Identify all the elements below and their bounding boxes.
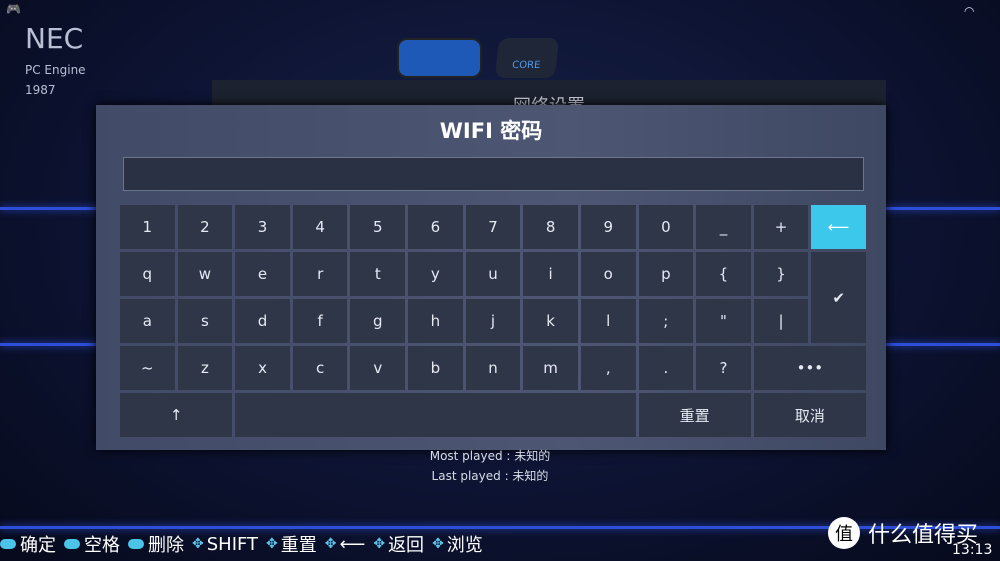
key[interactable]: 1	[120, 205, 175, 249]
key[interactable]: +	[753, 205, 809, 249]
key[interactable]: p	[638, 252, 694, 296]
help-item: 空格	[64, 531, 120, 557]
core-label: CORE	[511, 60, 541, 71]
key[interactable]: 8	[523, 205, 578, 249]
clock: 13:13	[952, 542, 993, 558]
key[interactable]: 7	[465, 205, 521, 249]
space-key[interactable]	[235, 393, 636, 437]
key[interactable]: e	[235, 252, 290, 296]
system-logo-core[interactable]: CORE	[494, 38, 560, 78]
help-label: 浏览	[446, 535, 483, 556]
key[interactable]: z	[177, 346, 233, 390]
key[interactable]: n	[465, 346, 521, 390]
help-item: ✥ SHIFT	[192, 534, 258, 555]
dpad-icon: ✥	[192, 536, 204, 552]
virtual-keyboard: 1 2 3 4 5 6 7 8 9 0 _ + q w e r t y u i o p{} a s d f g h j k l; " | ~ z x c…	[120, 205, 866, 437]
key[interactable]: b	[408, 346, 463, 390]
help-label: SHIFT	[206, 533, 259, 555]
help-label: ⟵	[339, 533, 366, 555]
wifi-password-dialog: WIFI 密码 1 2 3 4 5 6 7 8 9 0 _ + q w e r t y u i o p{} a s d f g h j k…	[96, 105, 886, 450]
key[interactable]: ,	[580, 346, 636, 390]
key[interactable]: y	[408, 252, 463, 296]
key[interactable]: f	[292, 299, 348, 343]
cancel-button[interactable]: 取消	[753, 393, 866, 437]
key[interactable]: 0	[638, 205, 694, 249]
last-played: Last played : 未知的	[431, 469, 549, 483]
help-item: ✥ 重置	[266, 531, 317, 557]
key[interactable]: 6	[408, 205, 463, 249]
game-info: Most played : 未知的 Last played : 未知的	[0, 446, 980, 486]
key[interactable]: x	[235, 346, 290, 390]
system-logo-pcengine[interactable]	[397, 38, 482, 78]
key[interactable]: _	[696, 205, 751, 249]
l-button-icon	[128, 539, 144, 549]
key[interactable]: a	[120, 299, 175, 343]
help-item: ✥ 浏览	[432, 531, 483, 557]
key[interactable]: ~	[120, 346, 175, 390]
help-label: 确定	[20, 535, 56, 556]
dpad-icon: ✥	[432, 536, 444, 552]
system-year: 1987	[25, 83, 56, 97]
key[interactable]: m	[523, 346, 578, 390]
key[interactable]: {	[696, 252, 751, 296]
key[interactable]: "	[696, 299, 751, 343]
backspace-key[interactable]: ⟵	[811, 205, 866, 249]
reset-button[interactable]: 重置	[638, 393, 751, 437]
key[interactable]: c	[292, 346, 348, 390]
key[interactable]: g	[350, 299, 406, 343]
help-label: 返回	[388, 535, 425, 556]
password-input[interactable]	[123, 157, 864, 191]
help-item: 确定	[0, 531, 56, 557]
key[interactable]: |	[753, 299, 809, 343]
key[interactable]: s	[177, 299, 233, 343]
key[interactable]: j	[465, 299, 521, 343]
key[interactable]: d	[235, 299, 290, 343]
r-button-icon	[64, 539, 80, 549]
key[interactable]: .	[638, 346, 694, 390]
watermark-logo-icon: 值	[828, 517, 860, 549]
key[interactable]: u	[465, 252, 521, 296]
dpad-icon: ✥	[324, 536, 337, 552]
help-item: 删除	[128, 531, 184, 557]
gamepad-icon: 🎮	[6, 2, 21, 16]
system-name: NEC	[25, 22, 84, 55]
help-label: 空格	[84, 535, 120, 556]
key[interactable]: 4	[292, 205, 348, 249]
key[interactable]: r	[292, 252, 348, 296]
key[interactable]: 9	[580, 205, 636, 249]
shift-key[interactable]: ↑	[120, 393, 233, 437]
help-item: ✥ 返回	[373, 531, 424, 557]
key[interactable]: 3	[235, 205, 290, 249]
key[interactable]: l	[580, 299, 636, 343]
key[interactable]: 5	[350, 205, 406, 249]
key[interactable]: i	[523, 252, 578, 296]
key[interactable]: t	[350, 252, 406, 296]
key[interactable]: q	[120, 252, 175, 296]
wifi-icon: ◠	[964, 4, 975, 18]
help-label: 删除	[148, 535, 184, 556]
key[interactable]: k	[523, 299, 578, 343]
key[interactable]: w	[177, 252, 233, 296]
key[interactable]: h	[408, 299, 463, 343]
key[interactable]: ;	[638, 299, 694, 343]
help-label: 重置	[280, 535, 317, 556]
dpad-icon: ✥	[373, 536, 386, 552]
more-symbols-key[interactable]: •••	[753, 346, 866, 390]
key[interactable]: 2	[177, 205, 233, 249]
start-button-icon	[0, 539, 16, 549]
most-played: Most played : 未知的	[429, 449, 551, 463]
key[interactable]: }	[753, 252, 809, 296]
key[interactable]: v	[350, 346, 406, 390]
system-fullname: PC Engine	[25, 63, 86, 77]
help-bar: 确定 空格 删除 ✥ SHIFT ✥ 重置 ✥ ⟵ ✥ 返回 ✥ 浏览	[0, 530, 491, 558]
dpad-icon: ✥	[266, 536, 278, 552]
key[interactable]: o	[580, 252, 636, 296]
dialog-title: WIFI 密码	[439, 119, 543, 143]
enter-key[interactable]: ✔	[811, 252, 866, 343]
key[interactable]: ?	[696, 346, 751, 390]
help-item: ✥ ⟵	[325, 534, 366, 555]
